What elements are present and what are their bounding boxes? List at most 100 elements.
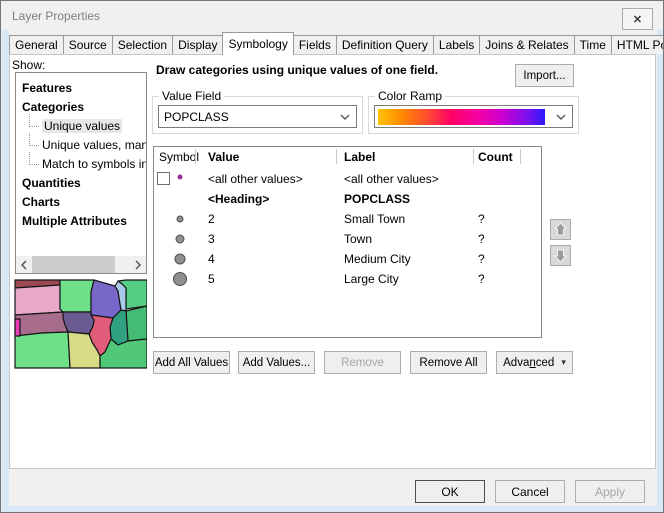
arrow-down-icon xyxy=(551,246,570,265)
column-header-count: Count xyxy=(478,147,513,167)
table-row-class-2[interactable]: 2 Small Town ? xyxy=(154,209,541,229)
table-row-class-3[interactable]: 3 Town ? xyxy=(154,229,541,249)
tree-item-quantities[interactable]: Quantities xyxy=(16,174,147,193)
title-bar[interactable]: Layer Properties ✕ xyxy=(2,2,663,30)
label-cell: Large City xyxy=(344,269,399,289)
value-cell: <all other values> xyxy=(208,169,303,189)
chevron-right-icon xyxy=(134,260,142,270)
table-row-all-other-values[interactable]: <all other values> <all other values> xyxy=(154,169,541,189)
column-divider[interactable] xyxy=(336,149,337,164)
scroll-left-arrow[interactable] xyxy=(16,256,32,273)
map-state-ks xyxy=(15,332,70,368)
close-button[interactable]: ✕ xyxy=(622,8,653,30)
color-ramp-group-label: Color Ramp xyxy=(375,89,445,103)
map-state-oh xyxy=(126,306,147,341)
point-symbol[interactable] xyxy=(164,229,196,249)
value-field-dropdown[interactable]: POPCLASS xyxy=(158,105,357,128)
tab-fields[interactable]: Fields xyxy=(293,35,337,54)
value-cell: 2 xyxy=(208,209,215,229)
window-frame-right xyxy=(657,30,664,513)
tab-source[interactable]: Source xyxy=(63,35,113,54)
tab-time[interactable]: Time xyxy=(574,35,612,54)
method-description: Draw categories using unique values of o… xyxy=(156,63,506,77)
tab-symbology[interactable]: Symbology xyxy=(222,32,293,55)
tab-display[interactable]: Display xyxy=(172,35,223,54)
arrow-up-icon xyxy=(551,220,570,239)
apply-button: Apply xyxy=(575,480,645,503)
value-cell: 4 xyxy=(208,249,215,269)
table-row-heading[interactable]: <Heading> POPCLASS xyxy=(154,189,541,209)
tree-item-match-symbols[interactable]: Match to symbols in a xyxy=(16,155,147,174)
tree-item-label: Match to symbols in a xyxy=(42,157,147,171)
remove-button: Remove xyxy=(324,351,401,374)
tree-item-label: Unique values xyxy=(42,119,122,133)
scroll-right-arrow[interactable] xyxy=(130,256,146,273)
column-header-value: Value xyxy=(208,147,239,167)
point-symbol[interactable] xyxy=(164,209,196,229)
chevron-left-icon xyxy=(20,260,28,270)
window-frame-left xyxy=(2,30,9,513)
label-cell: POPCLASS xyxy=(344,189,410,209)
tree-connector xyxy=(29,114,39,127)
window-title: Layer Properties xyxy=(12,9,100,23)
chevron-down-icon xyxy=(340,114,350,120)
add-all-values-button[interactable]: Add All Values xyxy=(153,351,230,374)
point-symbol[interactable] xyxy=(172,171,188,187)
point-symbol[interactable] xyxy=(164,249,196,269)
move-down-button[interactable] xyxy=(550,245,571,266)
layer-properties-dialog: Layer Properties ✕ General Source Select… xyxy=(0,0,664,513)
table-row-class-5[interactable]: 5 Large City ? xyxy=(154,269,541,289)
show-label: Show: xyxy=(12,58,45,72)
tree-item-label: Unique values, many xyxy=(42,138,147,152)
advanced-button[interactable]: Advanced ▾ xyxy=(496,351,573,374)
cancel-button[interactable]: Cancel xyxy=(495,480,565,503)
map-state-co xyxy=(15,319,20,336)
label-cell: Small Town xyxy=(344,209,405,229)
tab-joins-relates[interactable]: Joins & Relates xyxy=(479,35,574,54)
label-cell: <all other values> xyxy=(344,169,439,189)
all-other-values-checkbox[interactable] xyxy=(157,172,170,185)
tree-connector xyxy=(29,133,39,146)
tab-labels[interactable]: Labels xyxy=(433,35,480,54)
column-divider[interactable] xyxy=(195,149,196,164)
label-cell: Medium City xyxy=(344,249,411,269)
column-divider[interactable] xyxy=(473,149,474,164)
count-cell: ? xyxy=(478,269,485,289)
column-header-label: Label xyxy=(344,147,375,167)
label-cell: Town xyxy=(344,229,372,249)
tab-general[interactable]: General xyxy=(9,35,64,54)
column-divider[interactable] xyxy=(520,149,521,164)
tab-definition-query[interactable]: Definition Query xyxy=(336,35,434,54)
value-field-group-label: Value Field xyxy=(159,89,224,103)
remove-all-button[interactable]: Remove All xyxy=(410,351,487,374)
advanced-label: Advanced xyxy=(503,357,554,369)
ok-button[interactable]: OK xyxy=(415,480,485,503)
chevron-down-icon xyxy=(556,114,566,120)
move-up-button[interactable] xyxy=(550,219,571,240)
column-header-symbol: Symbol xyxy=(159,147,199,167)
tree-item-features[interactable]: Features xyxy=(16,79,147,98)
import-button[interactable]: Import... xyxy=(515,64,574,87)
advanced-dropdown-icon: ▾ xyxy=(561,357,566,368)
color-ramp-preview xyxy=(378,109,545,125)
unique-values-table: Symbol Value Label Count <all other valu… xyxy=(153,146,542,338)
value-field-value: POPCLASS xyxy=(159,110,340,124)
count-cell: ? xyxy=(478,249,485,269)
tree-item-multiple-attributes[interactable]: Multiple Attributes xyxy=(16,212,147,231)
window-frame-bottom xyxy=(2,506,664,513)
point-symbol[interactable] xyxy=(164,269,196,289)
add-values-button[interactable]: Add Values... xyxy=(238,351,315,374)
map-state-mn xyxy=(60,280,94,312)
count-cell: ? xyxy=(478,209,485,229)
tab-selection[interactable]: Selection xyxy=(112,35,173,54)
color-ramp-dropdown[interactable] xyxy=(374,105,573,128)
tree-item-charts[interactable]: Charts xyxy=(16,193,147,212)
tree-connector xyxy=(29,152,39,165)
map-state-sd xyxy=(15,285,63,315)
scrollbar-thumb[interactable] xyxy=(32,256,115,273)
table-row-class-4[interactable]: 4 Medium City ? xyxy=(154,249,541,269)
count-cell: ? xyxy=(478,229,485,249)
tree-horizontal-scrollbar[interactable] xyxy=(16,256,146,273)
tab-html-popup[interactable]: HTML Popup xyxy=(611,35,664,54)
map-preview xyxy=(14,279,147,369)
